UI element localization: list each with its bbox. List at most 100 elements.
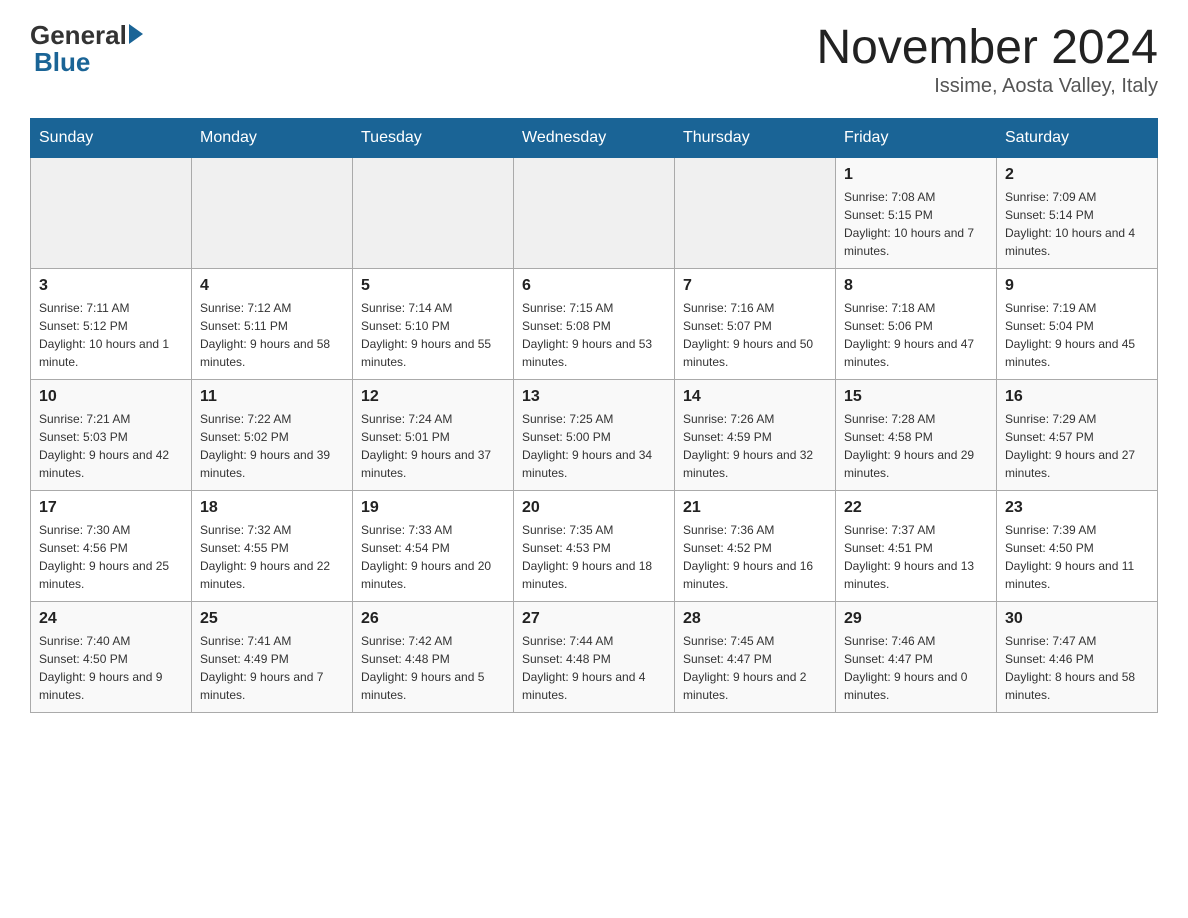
day-info: Sunrise: 7:15 AMSunset: 5:08 PMDaylight:… (522, 299, 666, 371)
calendar-header-cell: Friday (836, 119, 997, 158)
calendar-day-cell: 14 Sunrise: 7:26 AMSunset: 4:59 PMDayligh… (675, 380, 836, 491)
day-info: Sunrise: 7:29 AMSunset: 4:57 PMDaylight:… (1005, 410, 1149, 482)
calendar-day-cell: 9Sunrise: 7:19 AMSunset: 5:04 PMDaylight… (997, 269, 1158, 380)
day-number: 13 (522, 388, 666, 406)
calendar-header-cell: Sunday (31, 119, 192, 158)
calendar-day-cell: 17 Sunrise: 7:30 AMSunset: 4:56 PMDayligh… (31, 491, 192, 602)
calendar-day-cell: 30 Sunrise: 7:47 AMSunset: 4:46 PMDayligh… (997, 602, 1158, 713)
day-info: Sunrise: 7:26 AMSunset: 4:59 PMDaylight:… (683, 410, 827, 482)
calendar-day-cell: 3 Sunrise: 7:11 AMSunset: 5:12 PMDaylight… (31, 269, 192, 380)
day-number: 22 (844, 499, 988, 517)
day-info: Sunrise: 7:46 AMSunset: 4:47 PMDaylight:… (844, 632, 988, 704)
calendar-day-cell: 24 Sunrise: 7:40 AMSunset: 4:50 PMDayligh… (31, 602, 192, 713)
calendar-table: SundayMondayTuesdayWednesdayThursdayFrid… (30, 118, 1158, 713)
logo-blue-text: Blue (34, 47, 90, 78)
calendar-week-row: 17 Sunrise: 7:30 AMSunset: 4:56 PMDayligh… (31, 491, 1158, 602)
calendar-day-cell: 11Sunrise: 7:22 AMSunset: 5:02 PMDayligh… (192, 380, 353, 491)
title-block: November 2024 Issime, Aosta Valley, Ital… (816, 20, 1158, 98)
calendar-day-cell: 27 Sunrise: 7:44 AMSunset: 4:48 PMDayligh… (514, 602, 675, 713)
day-info: Sunrise: 7:24 AMSunset: 5:01 PMDaylight:… (361, 410, 505, 482)
calendar-day-cell (675, 158, 836, 269)
month-title: November 2024 (816, 20, 1158, 75)
calendar-day-cell: 29 Sunrise: 7:46 AMSunset: 4:47 PMDayligh… (836, 602, 997, 713)
calendar-day-cell: 6 Sunrise: 7:15 AMSunset: 5:08 PMDaylight… (514, 269, 675, 380)
location: Issime, Aosta Valley, Italy (816, 75, 1158, 98)
calendar-header-cell: Monday (192, 119, 353, 158)
day-number: 23 (1005, 499, 1149, 517)
day-number: 10 (39, 388, 183, 406)
day-info: Sunrise: 7:14 AMSunset: 5:10 PMDaylight:… (361, 299, 505, 371)
calendar-day-cell: 12Sunrise: 7:24 AMSunset: 5:01 PMDayligh… (353, 380, 514, 491)
calendar-header-cell: Tuesday (353, 119, 514, 158)
calendar-day-cell: 5 Sunrise: 7:14 AMSunset: 5:10 PMDaylight… (353, 269, 514, 380)
day-number: 17 (39, 499, 183, 517)
calendar-header-row: SundayMondayTuesdayWednesdayThursdayFrid… (31, 119, 1158, 158)
calendar-header-cell: Saturday (997, 119, 1158, 158)
calendar-day-cell: 26 Sunrise: 7:42 AMSunset: 4:48 PMDayligh… (353, 602, 514, 713)
calendar-day-cell: 28Sunrise: 7:45 AMSunset: 4:47 PMDayligh… (675, 602, 836, 713)
day-info: Sunrise: 7:28 AMSunset: 4:58 PMDaylight:… (844, 410, 988, 482)
calendar-day-cell (31, 158, 192, 269)
calendar-day-cell: 23 Sunrise: 7:39 AMSunset: 4:50 PMDayligh… (997, 491, 1158, 602)
logo: General Blue (30, 20, 143, 78)
day-number: 25 (200, 610, 344, 628)
day-number: 2 (1005, 166, 1149, 184)
day-number: 30 (1005, 610, 1149, 628)
day-info: Sunrise: 7:35 AMSunset: 4:53 PMDaylight:… (522, 521, 666, 593)
calendar-week-row: 1Sunrise: 7:08 AMSunset: 5:15 PMDaylight… (31, 158, 1158, 269)
calendar-day-cell: 8 Sunrise: 7:18 AMSunset: 5:06 PMDaylight… (836, 269, 997, 380)
day-info: Sunrise: 7:16 AMSunset: 5:07 PMDaylight:… (683, 299, 827, 371)
day-number: 16 (1005, 388, 1149, 406)
calendar-day-cell: 19 Sunrise: 7:33 AMSunset: 4:54 PMDayligh… (353, 491, 514, 602)
day-number: 24 (39, 610, 183, 628)
day-number: 8 (844, 277, 988, 295)
day-number: 14 (683, 388, 827, 406)
day-number: 5 (361, 277, 505, 295)
day-number: 7 (683, 277, 827, 295)
day-info: Sunrise: 7:45 AMSunset: 4:47 PMDaylight:… (683, 632, 827, 704)
day-info: Sunrise: 7:40 AMSunset: 4:50 PMDaylight:… (39, 632, 183, 704)
calendar-body: 1Sunrise: 7:08 AMSunset: 5:15 PMDaylight… (31, 158, 1158, 713)
day-number: 20 (522, 499, 666, 517)
day-info: Sunrise: 7:21 AMSunset: 5:03 PMDaylight:… (39, 410, 183, 482)
calendar-day-cell (192, 158, 353, 269)
day-info: Sunrise: 7:30 AMSunset: 4:56 PMDaylight:… (39, 521, 183, 593)
calendar-day-cell: 21Sunrise: 7:36 AMSunset: 4:52 PMDayligh… (675, 491, 836, 602)
calendar-day-cell: 7 Sunrise: 7:16 AMSunset: 5:07 PMDaylight… (675, 269, 836, 380)
day-info: Sunrise: 7:12 AMSunset: 5:11 PMDaylight:… (200, 299, 344, 371)
day-info: Sunrise: 7:09 AMSunset: 5:14 PMDaylight:… (1005, 188, 1149, 260)
day-info: Sunrise: 7:32 AMSunset: 4:55 PMDaylight:… (200, 521, 344, 593)
day-number: 21 (683, 499, 827, 517)
day-info: Sunrise: 7:18 AMSunset: 5:06 PMDaylight:… (844, 299, 988, 371)
calendar-header-cell: Thursday (675, 119, 836, 158)
day-number: 9 (1005, 277, 1149, 295)
calendar-day-cell: 1Sunrise: 7:08 AMSunset: 5:15 PMDaylight… (836, 158, 997, 269)
day-info: Sunrise: 7:44 AMSunset: 4:48 PMDaylight:… (522, 632, 666, 704)
day-info: Sunrise: 7:33 AMSunset: 4:54 PMDaylight:… (361, 521, 505, 593)
day-info: Sunrise: 7:42 AMSunset: 4:48 PMDaylight:… (361, 632, 505, 704)
calendar-day-cell: 10 Sunrise: 7:21 AMSunset: 5:03 PMDayligh… (31, 380, 192, 491)
day-number: 15 (844, 388, 988, 406)
day-info: Sunrise: 7:47 AMSunset: 4:46 PMDaylight:… (1005, 632, 1149, 704)
calendar-day-cell: 2 Sunrise: 7:09 AMSunset: 5:14 PMDaylight… (997, 158, 1158, 269)
calendar-day-cell: 13Sunrise: 7:25 AMSunset: 5:00 PMDayligh… (514, 380, 675, 491)
day-number: 26 (361, 610, 505, 628)
day-number: 27 (522, 610, 666, 628)
day-number: 6 (522, 277, 666, 295)
day-number: 3 (39, 277, 183, 295)
logo-arrow-icon (129, 24, 143, 44)
day-number: 19 (361, 499, 505, 517)
calendar-day-cell: 25Sunrise: 7:41 AMSunset: 4:49 PMDayligh… (192, 602, 353, 713)
calendar-day-cell: 22 Sunrise: 7:37 AMSunset: 4:51 PMDayligh… (836, 491, 997, 602)
calendar-day-cell: 4Sunrise: 7:12 AMSunset: 5:11 PMDaylight… (192, 269, 353, 380)
day-info: Sunrise: 7:11 AMSunset: 5:12 PMDaylight:… (39, 299, 183, 371)
calendar-day-cell: 16 Sunrise: 7:29 AMSunset: 4:57 PMDayligh… (997, 380, 1158, 491)
calendar-week-row: 24 Sunrise: 7:40 AMSunset: 4:50 PMDayligh… (31, 602, 1158, 713)
calendar-day-cell: 15 Sunrise: 7:28 AMSunset: 4:58 PMDayligh… (836, 380, 997, 491)
day-info: Sunrise: 7:39 AMSunset: 4:50 PMDaylight:… (1005, 521, 1149, 593)
calendar-header-cell: Wednesday (514, 119, 675, 158)
day-info: Sunrise: 7:37 AMSunset: 4:51 PMDaylight:… (844, 521, 988, 593)
calendar-day-cell (353, 158, 514, 269)
day-number: 29 (844, 610, 988, 628)
day-info: Sunrise: 7:08 AMSunset: 5:15 PMDaylight:… (844, 188, 988, 260)
